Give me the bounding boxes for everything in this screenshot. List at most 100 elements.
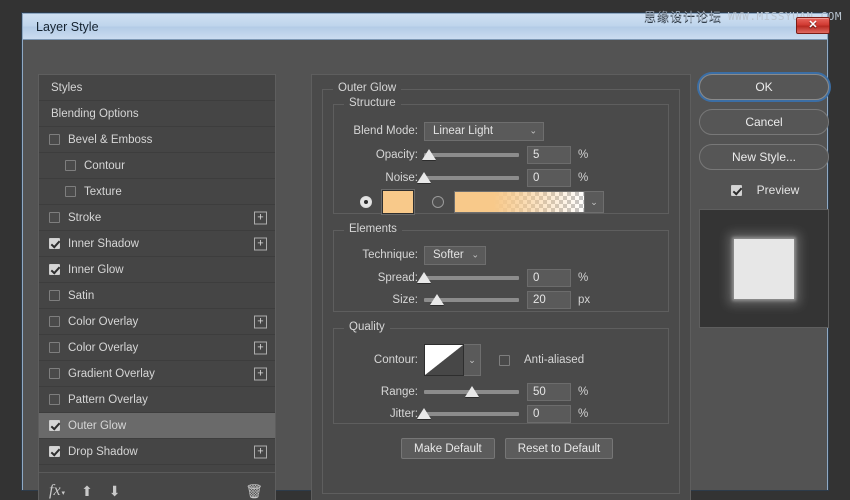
add-effect-plus-icon[interactable]: + [254, 445, 267, 458]
blend-mode-select[interactable]: Linear Light ⌄ [424, 121, 544, 141]
dialog-title: Layer Style [36, 19, 99, 34]
color-fill-radio[interactable] [360, 196, 372, 208]
spread-row: Spread: 0 % [346, 268, 588, 288]
jitter-slider[interactable] [417, 405, 519, 423]
style-row-color-overlay[interactable]: Color Overlay + [39, 335, 275, 361]
style-row-label: Color Overlay [68, 315, 139, 328]
style-checkbox[interactable] [49, 264, 60, 275]
elements-legend: Elements [344, 223, 402, 235]
contour-label: Contour: [373, 354, 418, 366]
style-checkbox[interactable] [49, 420, 60, 431]
ok-button[interactable]: OK [699, 74, 829, 100]
style-row-inner-shadow[interactable]: Inner Shadow + [39, 231, 275, 257]
reset-to-default-button[interactable]: Reset to Default [504, 438, 614, 459]
style-row-bevel-emboss[interactable]: Bevel & Emboss [39, 127, 275, 153]
anti-aliased-option[interactable]: Anti-aliased [499, 354, 584, 366]
range-input[interactable]: 50 [527, 383, 571, 401]
fx-menu-button[interactable]: fx ▾ [49, 482, 65, 499]
style-row-blending-options[interactable]: Blending Options [39, 101, 275, 127]
styles-toolbar: fx ▾ ⬆ ⬇ 🗑 [39, 472, 275, 500]
add-effect-plus-icon[interactable]: + [254, 237, 267, 250]
style-checkbox[interactable] [49, 212, 60, 223]
contour-picker[interactable]: ⌄ [424, 344, 481, 376]
style-checkbox[interactable] [65, 186, 76, 197]
add-effect-plus-icon[interactable]: + [254, 211, 267, 224]
desktop-backdrop: 思缘设计论坛 WWW.MISSYUAN.COM ✕ Layer Style St… [0, 0, 850, 500]
spread-slider[interactable] [417, 269, 519, 287]
style-row-label: Styles [51, 81, 83, 94]
move-down-button[interactable]: ⬇ [109, 484, 121, 498]
add-effect-plus-icon[interactable]: + [254, 341, 267, 354]
style-row-outer-glow[interactable]: Outer Glow [39, 413, 275, 439]
add-effect-plus-icon[interactable]: + [254, 315, 267, 328]
style-row-inner-glow[interactable]: Inner Glow [39, 257, 275, 283]
preview-shape [734, 238, 794, 299]
style-checkbox[interactable] [49, 342, 60, 353]
style-checkbox[interactable] [65, 160, 76, 171]
style-row-gradient-overlay[interactable]: Gradient Overlay + [39, 361, 275, 387]
move-up-button[interactable]: ⬆ [81, 484, 93, 498]
style-row-stroke[interactable]: Stroke + [39, 205, 275, 231]
opacity-input[interactable]: 5 [527, 146, 571, 164]
style-row-drop-shadow[interactable]: Drop Shadow + [39, 439, 275, 465]
preview-checkbox[interactable] [730, 184, 742, 196]
glow-color-swatch[interactable] [382, 190, 414, 214]
opacity-slider[interactable] [421, 146, 519, 164]
add-effect-plus-icon[interactable]: + [254, 367, 267, 380]
style-row-texture[interactable]: Texture [39, 179, 275, 205]
new-style-button[interactable]: New Style... [699, 144, 829, 170]
make-default-button[interactable]: Make Default [401, 438, 495, 459]
close-window-button[interactable]: ✕ [796, 17, 830, 34]
style-row-label: Satin [68, 289, 95, 302]
noise-slider[interactable] [417, 169, 519, 187]
style-row-label: Inner Glow [68, 263, 124, 276]
jitter-input[interactable]: 0 [527, 405, 571, 423]
gradient-fill-radio[interactable] [432, 196, 444, 208]
opacity-slider-thumb[interactable] [421, 149, 436, 160]
glow-gradient-picker[interactable]: ⌄ [454, 191, 604, 213]
chevron-down-icon: ⌄ [529, 125, 537, 136]
anti-aliased-checkbox[interactable] [499, 354, 510, 366]
style-checkbox[interactable] [49, 316, 60, 327]
spread-input[interactable]: 0 [527, 269, 571, 287]
style-checkbox[interactable] [49, 238, 60, 249]
style-row-styles[interactable]: Styles [39, 75, 275, 101]
delete-effect-button[interactable]: 🗑 [245, 484, 263, 498]
range-slider-thumb[interactable] [464, 386, 479, 397]
technique-select[interactable]: Softer ⌄ [424, 245, 486, 265]
style-row-color-overlay[interactable]: Color Overlay + [39, 309, 275, 335]
jitter-unit: % [578, 408, 589, 420]
gradient-chevron-down-icon[interactable]: ⌄ [584, 192, 603, 212]
style-row-label: Color Overlay [68, 341, 139, 354]
style-row-satin[interactable]: Satin [39, 283, 275, 309]
jitter-label: Jitter: [389, 408, 418, 420]
noise-input[interactable]: 0 [527, 169, 571, 187]
contour-preview[interactable] [424, 344, 464, 376]
style-row-label: Blending Options [51, 107, 139, 120]
preview-thumbnail [699, 209, 829, 328]
style-row-label: Texture [84, 185, 122, 198]
blend-mode-row: Blend Mode: Linear Light ⌄ [346, 121, 544, 141]
style-checkbox[interactable] [49, 394, 60, 405]
dialog-titlebar[interactable]: Layer Style [23, 14, 827, 40]
gradient-preview [455, 192, 584, 212]
size-input[interactable]: 20 [527, 291, 571, 309]
noise-slider-thumb[interactable] [417, 172, 431, 183]
style-checkbox[interactable] [49, 446, 60, 457]
style-row-pattern-overlay[interactable]: Pattern Overlay [39, 387, 275, 413]
opacity-unit: % [578, 149, 589, 161]
styles-panel: Styles Blending Options Bevel & Emboss Cont… [38, 74, 276, 500]
spread-slider-thumb[interactable] [417, 272, 431, 283]
range-slider[interactable] [424, 383, 519, 401]
jitter-slider-thumb[interactable] [417, 408, 431, 419]
size-slider-thumb[interactable] [430, 294, 445, 305]
size-slider[interactable] [424, 291, 519, 309]
preview-toggle[interactable]: Preview [699, 179, 831, 201]
style-checkbox[interactable] [49, 368, 60, 379]
noise-slider-track [424, 176, 519, 180]
cancel-button[interactable]: Cancel [699, 109, 829, 135]
style-row-contour[interactable]: Contour [39, 153, 275, 179]
contour-chevron-down-icon[interactable]: ⌄ [464, 344, 481, 376]
style-checkbox[interactable] [49, 290, 60, 301]
style-checkbox[interactable] [49, 134, 60, 145]
